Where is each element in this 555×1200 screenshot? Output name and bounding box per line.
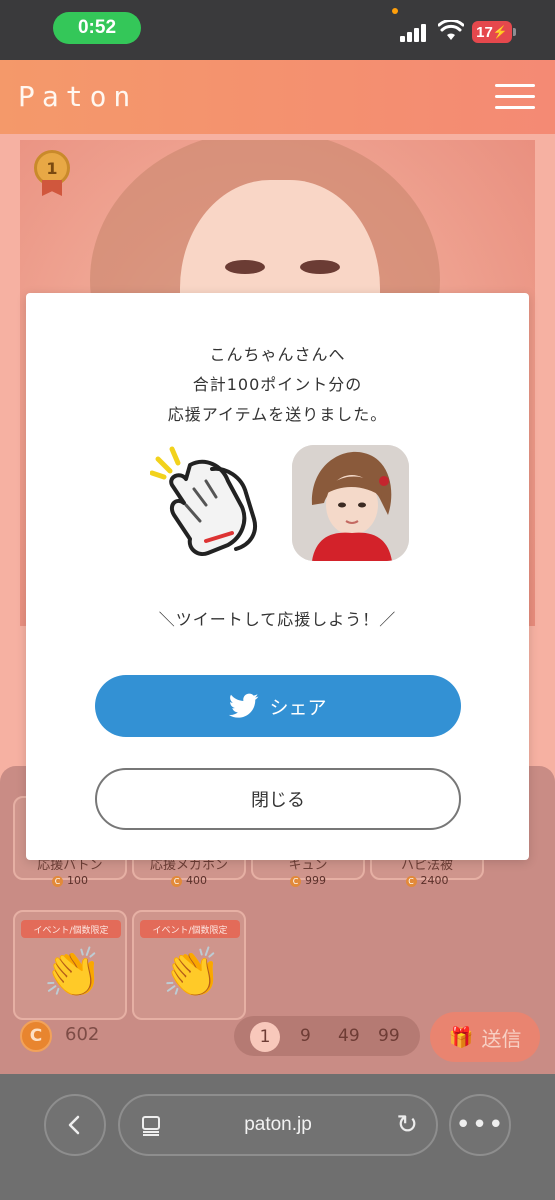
coin-icon: C (52, 875, 63, 887)
privacy-indicator (392, 8, 398, 14)
event-gift-card[interactable]: イベント/個数限定 👏 (13, 910, 127, 1020)
event-gift-card[interactable]: イベント/個数限定 👏 (132, 910, 246, 1020)
quantity-selector: 1 9 49 99 (234, 1016, 420, 1056)
dialog-points: 合計100ポイント分の (192, 375, 363, 394)
twitter-bird-icon (229, 693, 259, 718)
clapping-hands-icon: 👏 (162, 945, 222, 1001)
app-logo[interactable]: Paton (18, 80, 137, 113)
back-button[interactable] (44, 1094, 106, 1156)
battery-level: 17 (476, 23, 493, 41)
gift-price: 400 (186, 874, 207, 887)
send-bar: C 602 1 9 49 99 🎁 送信 (0, 1008, 555, 1068)
gift-price: 999 (305, 874, 326, 887)
close-label: 閉じる (251, 790, 305, 811)
battery-indicator: 17 ⚡ (472, 21, 516, 43)
dialog-recipient: こんちゃんさんへ (209, 345, 346, 364)
menu-icon[interactable] (495, 84, 535, 110)
ellipsis-icon: ••• (455, 1110, 505, 1140)
event-label: イベント/個数限定 (140, 920, 240, 938)
app-header: Paton (0, 60, 555, 134)
rank-badge: 1 (34, 150, 74, 198)
browser-toolbar: paton.jp ↻ ••• (0, 1074, 555, 1200)
quantity-option[interactable]: 1 (250, 1022, 280, 1052)
coin-icon: C (290, 875, 301, 887)
gift-price: 2400 (420, 874, 449, 887)
signal-icon (400, 24, 428, 42)
reload-icon[interactable]: ↻ (396, 1110, 418, 1140)
tweet-prompt: ＼ツイートして応援しよう！／ (158, 610, 397, 629)
wifi-icon (438, 20, 464, 40)
chevron-left-icon (68, 1115, 80, 1135)
coin-icon: C (20, 1020, 52, 1052)
share-button[interactable]: シェア (95, 675, 461, 737)
recipient-avatar (292, 445, 409, 561)
more-button[interactable]: ••• (449, 1094, 511, 1156)
status-time: 0:52 (53, 12, 141, 44)
event-label: イベント/個数限定 (21, 920, 121, 938)
status-bar: 0:52 17 ⚡ (0, 0, 555, 60)
close-button[interactable]: 閉じる (95, 768, 461, 830)
gift-sent-dialog: こんちゃんさんへ 合計100ポイント分の 応援アイテムを送りました。 ＼ツイート… (26, 293, 529, 860)
dialog-sent-message: 応援アイテムを送りました。 (167, 405, 388, 424)
quantity-option[interactable]: 9 (300, 1026, 311, 1046)
clapping-hands-icon (150, 446, 257, 556)
ribbon-icon (42, 180, 62, 196)
coin-icon: C (171, 875, 182, 887)
url-domain: paton.jp (244, 1114, 312, 1135)
coin-balance: 602 (65, 1024, 100, 1045)
send-label: 送信 (481, 1026, 522, 1051)
address-bar[interactable]: paton.jp ↻ (118, 1094, 438, 1156)
quantity-option[interactable]: 99 (378, 1026, 400, 1046)
gift-price: 100 (67, 874, 88, 887)
send-button[interactable]: 🎁 送信 (430, 1012, 540, 1062)
coin-icon: C (405, 875, 417, 887)
gift-icon: 🎁 (448, 1025, 474, 1049)
quantity-option[interactable]: 49 (338, 1026, 360, 1046)
clapping-hands-icon: 👏 (43, 945, 103, 1001)
share-label: シェア (269, 696, 327, 719)
